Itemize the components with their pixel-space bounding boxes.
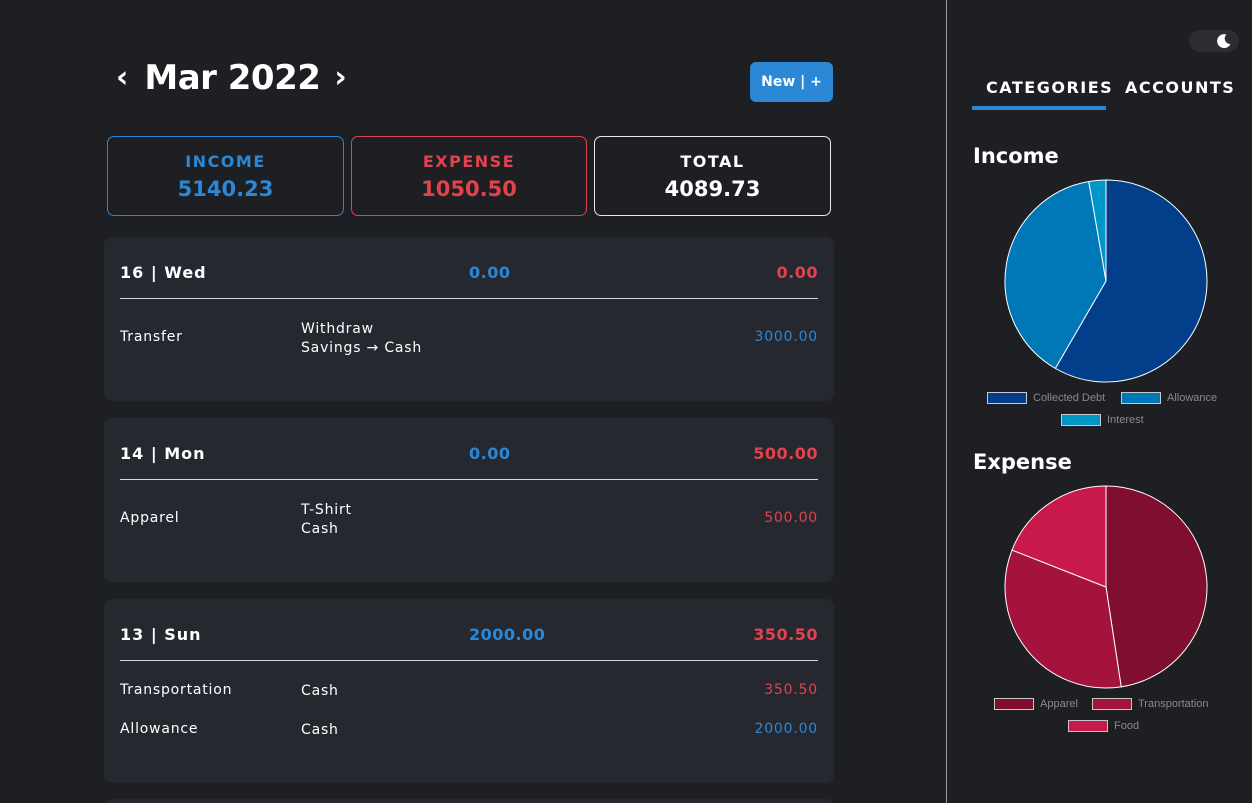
income-summary: INCOME 5140.23 <box>107 136 344 216</box>
total-summary: TOTAL 4089.73 <box>594 136 831 216</box>
tab-accounts[interactable]: ACCOUNTS <box>1125 78 1235 97</box>
expense-summary-label: EXPENSE <box>422 151 516 171</box>
theme-toggle[interactable] <box>1189 30 1239 52</box>
transaction-amount: 350.50 <box>764 682 818 698</box>
day-expense-total: 350.50 <box>753 625 818 644</box>
transaction-amount: 2000.00 <box>754 721 818 737</box>
day-income-total: 0.00 <box>469 444 511 463</box>
expense-legend-label: Transportation <box>1138 698 1209 710</box>
chevron-left-icon[interactable]: ‹ <box>116 63 128 93</box>
main-panel: ‹ Mar 2022 › New | + INCOME 5140.23 EXPE… <box>0 0 946 803</box>
transaction-note: T-Shirt Cash <box>301 501 352 539</box>
income-legend-item[interactable]: Interest <box>1061 414 1144 426</box>
transaction-note-title: T-Shirt <box>301 502 352 518</box>
day-header: 13 | Sun 2000.00 350.50 <box>120 599 818 661</box>
income-legend-item[interactable]: Collected Debt <box>987 392 1105 404</box>
day-header: 16 | Wed 0.00 0.00 <box>120 237 818 299</box>
transaction-category: Apparel <box>120 510 180 526</box>
income-summary-value: 5140.23 <box>177 176 274 201</box>
day-date: 13 | Sun <box>120 625 202 644</box>
day-income-total: 0.00 <box>469 263 511 282</box>
transaction-note-title: Withdraw <box>301 321 374 337</box>
total-summary-label: TOTAL <box>680 151 745 171</box>
expense-pie-chart <box>1004 485 1208 689</box>
income-legend-item[interactable]: Allowance <box>1121 392 1217 404</box>
expense-chart-title: Expense <box>973 450 1072 474</box>
expense-legend-swatch <box>994 698 1034 710</box>
total-summary-value: 4089.73 <box>664 176 761 201</box>
income-legend-swatch <box>1121 392 1161 404</box>
page-title: Mar 2022 <box>144 58 321 98</box>
income-summary-label: INCOME <box>185 151 266 171</box>
income-pie-chart <box>1004 179 1208 383</box>
transaction-amount: 500.00 <box>764 510 818 526</box>
income-chart-title: Income <box>973 144 1059 168</box>
day-header: 14 | Mon 0.00 500.00 <box>120 418 818 480</box>
month-navigator: ‹ Mar 2022 › <box>116 58 347 98</box>
day-card: 16 | Wed 0.00 0.00 Transfer Withdraw Sav… <box>104 237 834 401</box>
expense-legend-item[interactable]: Transportation <box>1092 698 1209 710</box>
day-card: 13 | Sun 2000.00 350.50 Transportation C… <box>104 599 834 783</box>
income-legend: Collected Debt Allowance Interest <box>947 390 1252 432</box>
day-income-total: 2000.00 <box>469 625 546 644</box>
income-legend-label: Allowance <box>1167 392 1218 404</box>
income-legend-swatch <box>987 392 1027 404</box>
expense-legend-item[interactable]: Apparel <box>994 698 1078 710</box>
expense-summary-value: 1050.50 <box>421 176 517 201</box>
expense-summary: EXPENSE 1050.50 <box>351 136 587 216</box>
transaction-amount: 3000.00 <box>754 329 818 345</box>
expense-legend: Apparel Transportation Food <box>947 696 1252 738</box>
expense-slice-apparel[interactable] <box>1105 485 1208 688</box>
income-legend-label: Collected Debt <box>1033 392 1106 404</box>
day-card: 14 | Mon 0.00 500.00 Apparel T-Shirt Cas… <box>104 418 834 582</box>
day-expense-total: 0.00 <box>776 263 818 282</box>
income-legend-swatch <box>1061 414 1101 426</box>
transaction-category: Transportation <box>120 682 233 698</box>
transaction-note-account: Savings → Cash <box>301 340 423 356</box>
active-tab-indicator <box>972 106 1106 110</box>
expense-legend-swatch <box>1092 698 1132 710</box>
day-expense-total: 500.00 <box>753 444 818 463</box>
income-legend-label: Interest <box>1107 414 1144 426</box>
day-card <box>104 799 834 803</box>
expense-legend-item[interactable]: Food <box>1068 720 1139 732</box>
new-transaction-button[interactable]: New | + <box>750 62 833 102</box>
sidebar: CATEGORIES ACCOUNTS Income Collected Deb… <box>946 0 1252 803</box>
transaction-category: Allowance <box>120 721 199 737</box>
transaction-note: Cash <box>301 683 339 699</box>
chevron-right-icon[interactable]: › <box>334 63 346 93</box>
moon-icon <box>1217 34 1231 49</box>
day-date: 16 | Wed <box>120 263 207 282</box>
transaction-note: Cash <box>301 722 339 738</box>
tab-categories[interactable]: CATEGORIES <box>986 78 1113 97</box>
day-date: 14 | Mon <box>120 444 206 463</box>
expense-legend-label: Apparel <box>1040 698 1078 710</box>
transaction-note: Withdraw Savings → Cash <box>301 320 422 358</box>
transaction-category: Transfer <box>120 329 183 345</box>
expense-legend-label: Food <box>1114 720 1140 732</box>
expense-legend-swatch <box>1068 720 1108 732</box>
transaction-note-account: Cash <box>301 521 339 537</box>
